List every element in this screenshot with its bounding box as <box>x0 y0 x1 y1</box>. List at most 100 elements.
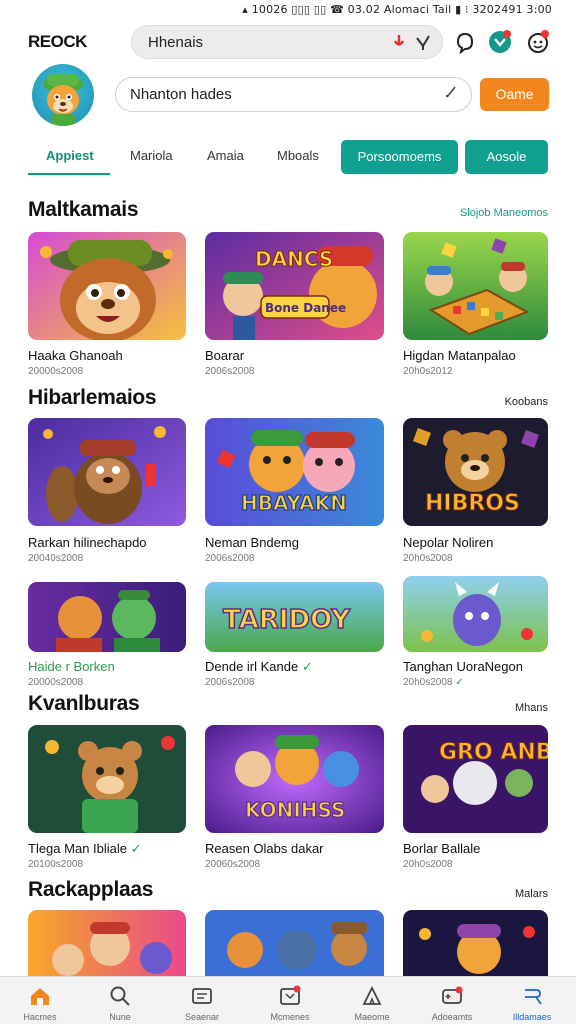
game-card[interactable] <box>403 232 548 340</box>
section-link[interactable]: Malars <box>515 888 548 900</box>
search-icon <box>110 986 130 1006</box>
section-link[interactable]: Slojob Maneomos <box>460 207 548 219</box>
section-title: Kvanlburas <box>28 692 140 715</box>
card-title: Boarar <box>205 348 245 363</box>
card-title: Borlar Ballale <box>403 841 481 856</box>
game-card[interactable]: DANCS Bone Danee <box>205 232 384 340</box>
game-card[interactable]: KONIHSS <box>205 725 384 833</box>
nav-label: Adoeamts <box>431 1012 473 1022</box>
tab-bar: Appiest Mariola Amaia Mboals Porsoomoems… <box>0 138 576 178</box>
tab-button-2[interactable]: Aosole <box>465 140 548 174</box>
section-link[interactable]: Koobans <box>505 396 548 408</box>
nav-3[interactable]: Seaenar <box>166 977 238 1024</box>
game-card[interactable] <box>403 576 548 652</box>
card-title: Haide r Borken <box>28 659 115 674</box>
nav-label: Seaenar <box>184 1012 220 1022</box>
game-card[interactable]: HIBROS <box>403 418 548 526</box>
game-card[interactable]: TARIDOY <box>205 582 384 652</box>
card-title: Reasen Olabs dakar <box>205 841 324 856</box>
messages-icon <box>280 985 301 1005</box>
nav-5[interactable]: Maeome <box>336 977 408 1024</box>
card-art-title: KONIHSS <box>245 798 345 822</box>
app-brand: REOCK <box>28 32 87 51</box>
card-title: Haaka Ghanoah <box>28 348 123 363</box>
svg-text:Bone Danee: Bone Danee <box>265 301 346 315</box>
svg-text:DANCS: DANCS <box>255 247 333 271</box>
nav-label: Illdamaes <box>512 1012 552 1022</box>
search-input[interactable]: Hhenais <box>131 25 443 59</box>
card-title: Tlega Man Ibliale ✓ <box>28 841 142 856</box>
game-card[interactable] <box>28 582 186 652</box>
card-subtitle: 2006s2008 <box>205 366 255 377</box>
notification-icon[interactable] <box>453 30 477 55</box>
card-title: Higdan Matanpalao <box>403 348 516 363</box>
profile-field[interactable]: Nhanton hades <box>115 77 472 112</box>
tab-underline <box>28 173 110 175</box>
card-art-title: TARIDOY <box>223 605 351 635</box>
tab-4[interactable]: Mboals <box>277 148 319 163</box>
avatar[interactable] <box>32 64 94 126</box>
list-icon <box>192 988 212 1004</box>
profile-field-value: Nhanton hades <box>130 86 232 103</box>
card-art-title: HIBROS <box>425 491 520 516</box>
tent-icon <box>362 985 382 1005</box>
game-card[interactable] <box>28 910 186 976</box>
nav-label: Nune <box>109 1012 131 1022</box>
leaf-icon: ✓ <box>130 841 142 856</box>
leaf-icon: ✓ <box>455 677 464 688</box>
nav-6[interactable]: Adoeamts <box>416 977 488 1024</box>
voice-icon[interactable] <box>392 34 408 52</box>
card-art-title: HBAYAKN <box>241 491 347 515</box>
card-title: Nepolar Noliren <box>403 535 494 550</box>
card-title: Rarkan hilinechapdo <box>28 535 147 550</box>
card-title: Dende irl Kande ✓ <box>205 659 313 674</box>
section-title: Maltkamais <box>28 198 139 221</box>
section-title: Rackapplaas <box>28 878 154 901</box>
card-art-title: GRO ANBOSO <box>439 740 548 765</box>
card-subtitle: 20h0s2008 ✓ <box>403 677 464 688</box>
messages-icon[interactable] <box>526 30 550 54</box>
status-bar: ▴ 10026 ▯▯▯ ▯▯ ☎ 03.02 Alomaci Tail ▮ ⁝ … <box>242 3 552 16</box>
card-subtitle: 20000s2008 <box>28 366 84 377</box>
tab-2[interactable]: Mariola <box>130 148 173 163</box>
orange-action-button[interactable]: Oame <box>480 78 549 111</box>
nav-label: Hacmes <box>23 1012 57 1022</box>
card-subtitle: 20100s2008 <box>28 859 84 870</box>
bottom-nav: Hacmes Nune Seaenar Mcmenes Maeome Adoea… <box>0 976 576 1024</box>
game-card[interactable] <box>28 725 186 833</box>
nav-label: Maeome <box>354 1012 390 1022</box>
card-subtitle: 2006s2008 <box>205 553 255 564</box>
section-link[interactable]: Mhans <box>515 702 548 714</box>
nav-label: Mcmenes <box>270 1012 310 1022</box>
game-card[interactable]: HBAYAKN <box>205 418 384 526</box>
card-subtitle: 20h0s2012 <box>403 366 453 377</box>
card-subtitle: 20040s2008 <box>28 553 84 564</box>
filter-icon[interactable] <box>414 33 432 51</box>
tab-3[interactable]: Amaia <box>207 148 244 163</box>
card-subtitle: 20000s2008 <box>28 677 84 688</box>
card-subtitle: 20h0s2008 <box>403 859 453 870</box>
game-card[interactable]: GRO ANBOSO <box>403 725 548 833</box>
nav-search[interactable]: Nune <box>84 977 156 1024</box>
nav-7[interactable]: Illdamaes <box>496 977 568 1024</box>
card-subtitle: 2006s2008 <box>205 677 255 688</box>
card-title: Tanghan UoraNegon <box>403 659 523 674</box>
leaf-icon: ✓ <box>301 659 313 674</box>
edit-icon[interactable] <box>445 85 457 102</box>
card-subtitle: 20060s2008 <box>205 859 261 870</box>
top-bar: REOCK Hhenais <box>0 22 576 62</box>
nav-4[interactable]: Mcmenes <box>254 977 326 1024</box>
card-title: Neman Bndemg <box>205 535 299 550</box>
game-card[interactable] <box>205 910 384 976</box>
card-subtitle: 20h0s2008 <box>403 553 453 564</box>
menu-icon <box>525 989 542 1005</box>
game-card[interactable] <box>28 232 186 340</box>
teal-app-icon[interactable] <box>488 30 512 54</box>
nav-home[interactable]: Hacmes <box>4 977 76 1024</box>
profile-row: Nhanton hades Oame <box>0 64 576 128</box>
section-title: Hibarlemaios <box>28 386 157 409</box>
game-card[interactable] <box>28 418 186 526</box>
tab-active[interactable]: Appiest <box>46 148 94 163</box>
tab-button-1[interactable]: Porsoomoems <box>341 140 458 174</box>
game-card[interactable] <box>403 910 548 976</box>
